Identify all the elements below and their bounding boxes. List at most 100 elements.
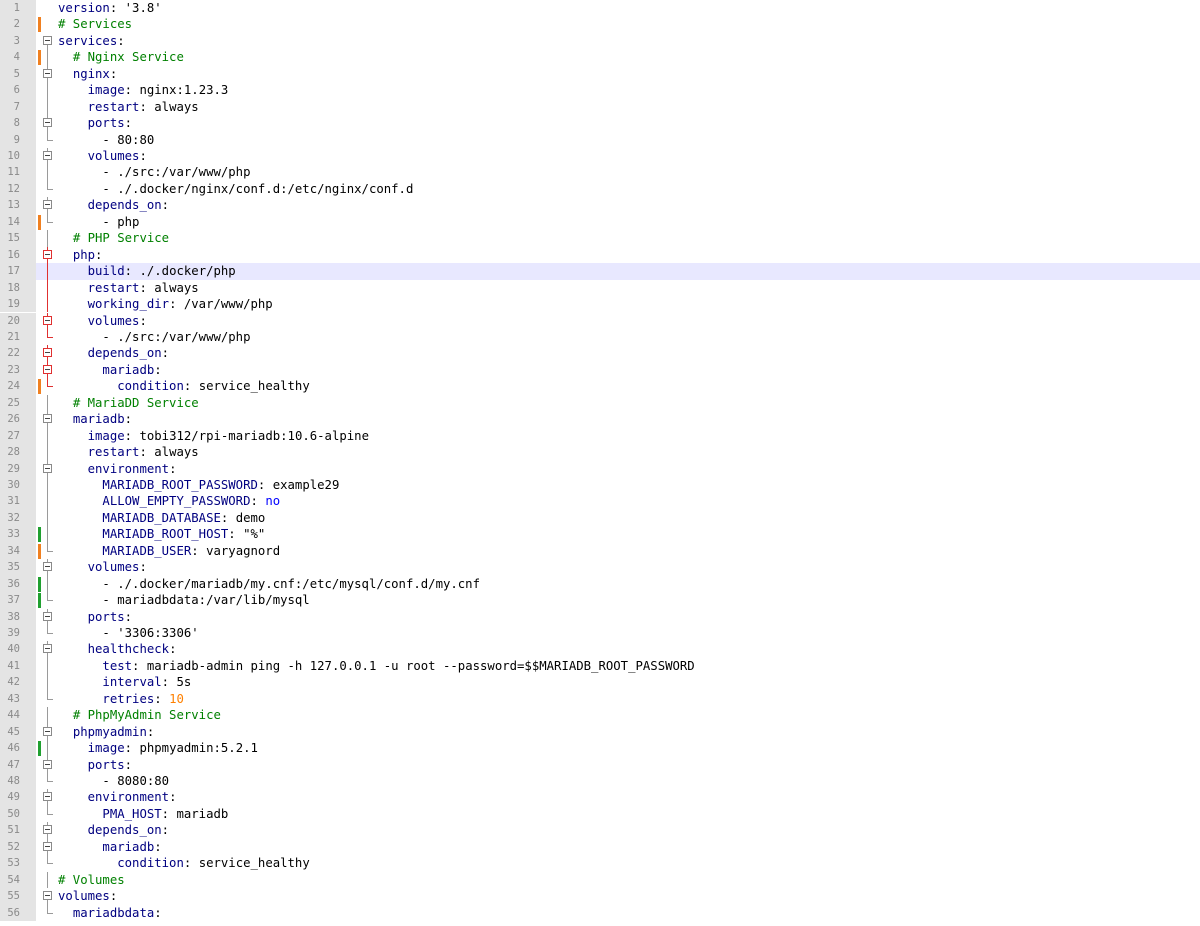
code-line[interactable]: 9 - 80:80	[0, 131, 1200, 149]
code-line[interactable]: 48 - 8080:80	[0, 773, 1200, 790]
code-line[interactable]: 18 restart: always	[0, 279, 1200, 297]
yaml-separator: :	[228, 527, 244, 542]
code-line[interactable]: 22 depends_on:	[0, 345, 1200, 362]
code-line[interactable]: 42 interval: 5s	[0, 674, 1200, 691]
code-line[interactable]: 55 volumes:	[0, 888, 1200, 905]
code-line[interactable]: 38 ports:	[0, 608, 1200, 625]
code-line[interactable]: 20 volumes:	[0, 312, 1200, 329]
code-line[interactable]: 56 mariadbdata:	[0, 904, 1200, 922]
line-number: 39	[0, 625, 22, 642]
gutter-margin	[22, 213, 36, 231]
code-line[interactable]: 6 image: nginx:1.23.3	[0, 82, 1200, 99]
code-line[interactable]: 13 depends_on:	[0, 197, 1200, 214]
fold-toggle-icon[interactable]	[42, 345, 54, 362]
fold-toggle-icon[interactable]	[42, 888, 54, 905]
code-line[interactable]: 25 # MariaDD Service	[0, 394, 1200, 412]
code-line[interactable]: 12 - ./.docker/nginx/conf.d:/etc/nginx/c…	[0, 180, 1200, 198]
yaml-separator: :	[257, 477, 273, 492]
fold-toggle-icon[interactable]	[42, 197, 54, 214]
fold-toggle-icon[interactable]	[42, 148, 54, 165]
code-line[interactable]: 45 phpmyadmin:	[0, 723, 1200, 741]
line-number: 13	[0, 197, 22, 214]
fold-toggle-icon[interactable]	[42, 65, 54, 83]
code-line[interactable]: 2 # Services	[0, 16, 1200, 33]
fold-toggle-icon[interactable]	[42, 559, 54, 576]
code-text: - ./src:/var/www/php	[58, 329, 250, 345]
gutter-margin	[22, 230, 36, 247]
yaml-key: image	[87, 741, 125, 756]
code-line[interactable]: 11 - ./src:/var/www/php	[0, 164, 1200, 181]
fold-toggle-icon[interactable]	[42, 115, 54, 132]
gutter-margin	[22, 493, 36, 510]
code-line[interactable]: 31 ALLOW_EMPTY_PASSWORD: no	[0, 493, 1200, 510]
line-number: 45	[0, 723, 22, 741]
code-line[interactable]: 54 # Volumes	[0, 871, 1200, 889]
fold-toggle-icon[interactable]	[42, 460, 54, 477]
code-line[interactable]: 39 - '3306:3306'	[0, 625, 1200, 642]
fold-toggle-icon[interactable]	[42, 411, 54, 428]
fold-toggle-icon[interactable]	[42, 312, 54, 329]
line-number: 49	[0, 789, 22, 806]
code-line[interactable]: 17 build: ./.docker/php	[0, 263, 1200, 280]
code-line[interactable]: 24 condition: service_healthy	[0, 378, 1200, 395]
code-line[interactable]: 47 ports:	[0, 756, 1200, 774]
code-line[interactable]: 44 # PhpMyAdmin Service	[0, 707, 1200, 724]
code-line[interactable]: 51 depends_on:	[0, 822, 1200, 839]
code-text: restart: always	[58, 444, 199, 460]
code-text: # Services	[58, 16, 132, 32]
code-line[interactable]: 23 mariadb:	[0, 361, 1200, 379]
code-line[interactable]: 8 ports:	[0, 115, 1200, 132]
code-line[interactable]: 4 # Nginx Service	[0, 49, 1200, 66]
code-line[interactable]: 30 MARIADB_ROOT_PASSWORD: example29	[0, 476, 1200, 494]
code-line[interactable]: 26 mariadb:	[0, 411, 1200, 428]
fold-toggle-icon[interactable]	[42, 33, 54, 50]
code-line[interactable]: 7 restart: always	[0, 98, 1200, 116]
code-line[interactable]: 14 - php	[0, 213, 1200, 231]
code-line[interactable]: 43 retries: 10	[0, 690, 1200, 708]
fold-toggle-icon[interactable]	[42, 822, 54, 839]
code-line[interactable]: 29 environment:	[0, 460, 1200, 477]
code-editor[interactable]: 1 version: '3.8' 2 # Services 3 services: 4 # …	[0, 0, 1200, 926]
fold-toggle-icon[interactable]	[42, 246, 54, 264]
code-line[interactable]: 10 volumes:	[0, 148, 1200, 165]
code-line[interactable]: 1 version: '3.8'	[0, 0, 1200, 17]
yaml-key: depends_on	[87, 346, 162, 361]
line-number: 36	[0, 575, 22, 593]
fold-toggle-icon[interactable]	[42, 641, 54, 658]
code-line[interactable]: 35 volumes:	[0, 559, 1200, 576]
code-line[interactable]: 5 nginx:	[0, 65, 1200, 83]
code-comment: # PHP Service	[72, 231, 170, 246]
code-line[interactable]: 36 - ./.docker/mariadb/my.cnf:/etc/mysql…	[0, 575, 1200, 593]
yaml-separator: :	[169, 642, 177, 657]
code-line[interactable]: 52 mariadb:	[0, 838, 1200, 856]
code-line[interactable]: 50 PMA_HOST: mariadb	[0, 805, 1200, 823]
yaml-key: volumes	[87, 313, 140, 328]
fold-toggle-icon[interactable]	[42, 838, 54, 856]
fold-toggle-icon[interactable]	[42, 789, 54, 806]
fold-toggle-icon[interactable]	[42, 723, 54, 741]
code-line[interactable]: 32 MARIADB_DATABASE: demo	[0, 509, 1200, 527]
code-line[interactable]: 21 - ./src:/var/www/php	[0, 328, 1200, 346]
code-line[interactable]: 27 image: tobi312/rpi-mariadb:10.6-alpin…	[0, 427, 1200, 445]
code-line[interactable]: 53 condition: service_healthy	[0, 855, 1200, 872]
fold-toggle-icon[interactable]	[42, 756, 54, 774]
code-line[interactable]: 41 test: mariadb-admin ping -h 127.0.0.1…	[0, 657, 1200, 675]
code-line[interactable]: 15 # PHP Service	[0, 230, 1200, 247]
code-line[interactable]: 49 environment:	[0, 789, 1200, 806]
code-line[interactable]: 28 restart: always	[0, 444, 1200, 461]
code-line[interactable]: 19 working_dir: /var/www/php	[0, 296, 1200, 313]
fold-toggle-icon[interactable]	[42, 608, 54, 625]
code-line[interactable]: 33 MARIADB_ROOT_HOST: "%"	[0, 526, 1200, 543]
code-line[interactable]: 46 image: phpmyadmin:5.2.1	[0, 740, 1200, 757]
code-line[interactable]: 16 php:	[0, 246, 1200, 264]
code-text: version: '3.8'	[58, 0, 162, 16]
line-number: 26	[0, 411, 22, 428]
gutter-margin	[22, 16, 36, 33]
code-line[interactable]: 34 MARIADB_USER: varyagnord	[0, 542, 1200, 560]
code-line[interactable]: 37 - mariadbdata:/var/lib/mysql	[0, 592, 1200, 609]
code-line[interactable]: 3 services:	[0, 32, 1200, 50]
fold-toggle-icon[interactable]	[42, 361, 54, 379]
code-line[interactable]: 40 healthcheck:	[0, 641, 1200, 658]
